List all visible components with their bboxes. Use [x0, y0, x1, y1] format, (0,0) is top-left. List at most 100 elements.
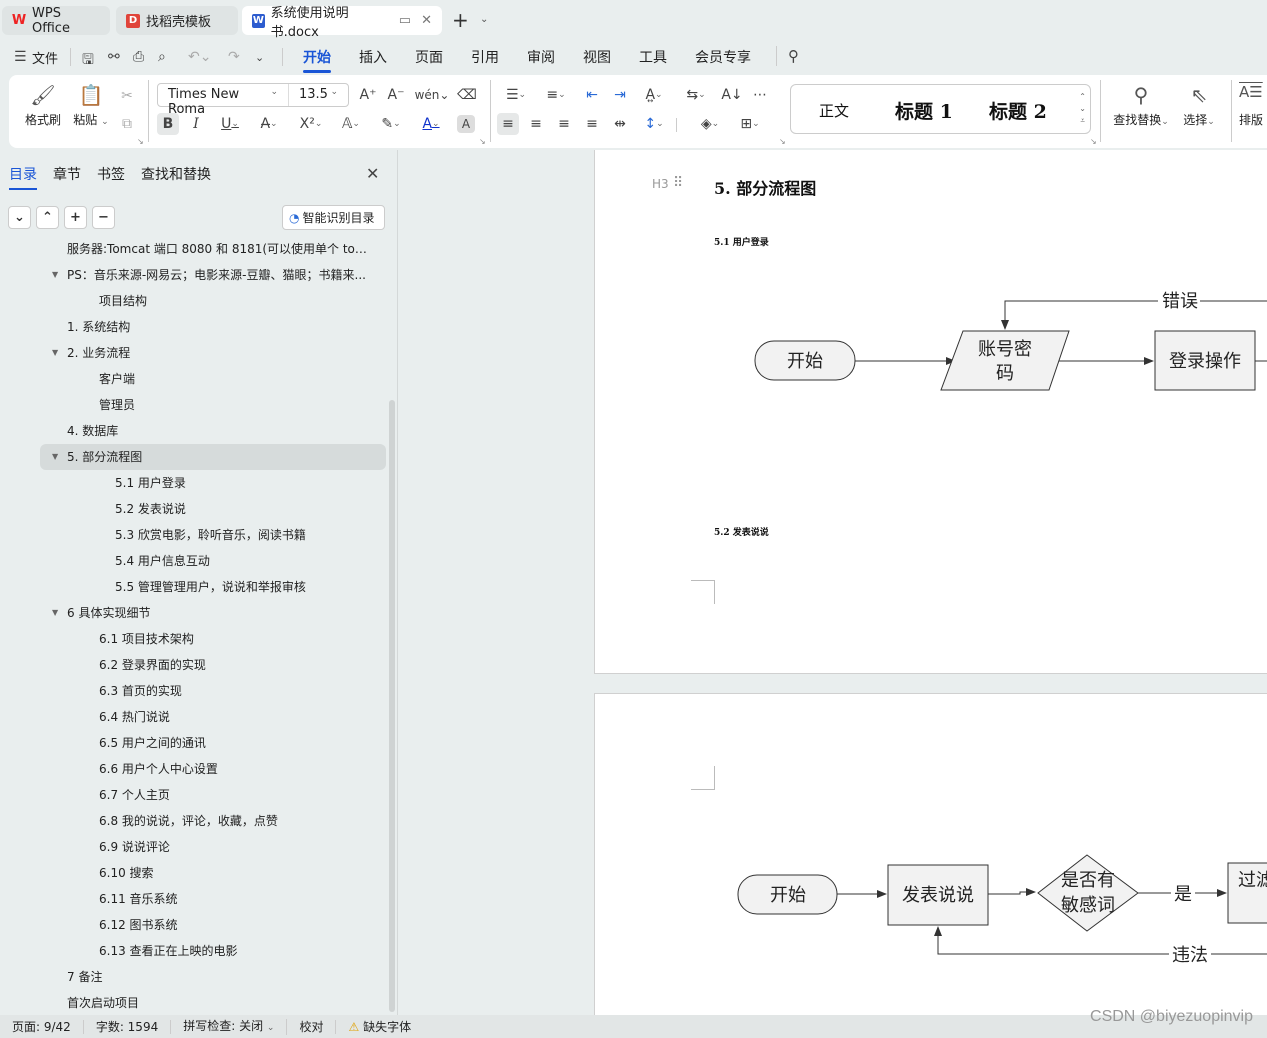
phonetic-guide-icon[interactable]: wén⌄ — [415, 84, 450, 106]
page-count[interactable]: 页面: 9/42 — [0, 1019, 84, 1034]
toc-item[interactable]: 6.13 查看正在上映的电影 — [40, 938, 386, 964]
expand-down-button[interactable]: ⌄ — [8, 206, 31, 229]
style-normal[interactable]: 正文 — [819, 100, 849, 121]
numbering-button[interactable]: ≡ ⌄ — [541, 84, 571, 106]
shrink-font-icon[interactable]: A⁻ — [385, 84, 407, 106]
paste-button[interactable]: 📋 粘贴 ⌄ — [71, 83, 111, 128]
toc-item[interactable]: ▼ 5. 部分流程图 — [40, 444, 386, 470]
toc-item[interactable]: 项目结构 — [40, 288, 386, 314]
add-heading-button[interactable]: + — [64, 206, 87, 229]
print-icon[interactable]: ⎙ — [133, 49, 144, 65]
styles-scroll[interactable]: ⌃ ⌄ ⩡ — [1079, 91, 1086, 127]
save-icon[interactable]: 🖫 — [82, 49, 94, 73]
align-center-button[interactable]: ≡ — [525, 113, 547, 135]
proofread-button[interactable]: 校对 — [287, 1019, 337, 1034]
menu-references[interactable]: 引用 — [471, 47, 499, 67]
highlight-button[interactable]: ✎ ⌄ — [376, 113, 406, 135]
close-pane-icon[interactable]: ✕ — [366, 164, 379, 183]
smart-toc-button[interactable]: ◔ 智能识别目录 — [282, 205, 385, 230]
toc-item[interactable]: ▼ PS：音乐来源-网易云；电影来源-豆瓣、猫眼；书籍来... — [40, 262, 386, 288]
more-chevron-icon[interactable]: ⌄ — [255, 51, 264, 64]
redo-icon[interactable]: ↷ — [228, 49, 240, 65]
toc-item[interactable]: 客户端 — [40, 366, 386, 392]
toc-item[interactable]: 6.8 我的说说，评论，收藏，点赞 — [40, 808, 386, 834]
toc-item[interactable]: 6.12 图书系统 — [40, 912, 386, 938]
hamburger-icon[interactable]: ☰ — [14, 49, 27, 65]
menu-file[interactable]: 文件 — [32, 48, 58, 67]
remove-heading-button[interactable]: − — [92, 206, 115, 229]
increase-indent-button[interactable]: ⇥ — [609, 84, 631, 106]
drag-handle-icon[interactable]: ⠿ — [673, 175, 683, 191]
toc-item[interactable]: 5.5 管理管理用户，说说和举报审核 — [40, 574, 386, 600]
superscript-button[interactable]: X² ⌄ — [296, 113, 326, 135]
toc-item[interactable]: 5.2 发表说说 — [40, 496, 386, 522]
expand-arrow-icon[interactable]: ▼ — [52, 444, 58, 470]
dialog-launcher-icon[interactable]: ↘ — [479, 137, 486, 146]
chevron-down-icon[interactable]: ⌄ — [480, 14, 488, 25]
borders-button[interactable]: ⊞ ⌄ — [735, 113, 765, 135]
expand-arrow-icon[interactable]: ▼ — [52, 600, 58, 626]
toc-item[interactable]: 4. 数据库 — [40, 418, 386, 444]
justify-button[interactable]: ≡ — [581, 113, 603, 135]
copy-icon[interactable]: ⧉ — [116, 113, 138, 135]
toc-item[interactable]: ▼ 6 具体实现细节 — [40, 600, 386, 626]
print-preview-icon[interactable]: ⌕ — [158, 49, 166, 65]
toc-item[interactable]: 5.1 用户登录 — [40, 470, 386, 496]
font-name-select[interactable]: Times New Roma ⌄ — [158, 84, 289, 117]
sort-button[interactable]: A↓ — [721, 84, 743, 106]
toc-item[interactable]: 7 备注 — [40, 964, 386, 990]
underline-button[interactable]: U ⌄ — [215, 113, 245, 135]
undo-icon[interactable]: ↶⌄ — [188, 49, 211, 65]
font-size-select[interactable]: 13.5 ⌄ — [289, 84, 348, 106]
collapse-up-button[interactable]: ⌃ — [36, 206, 59, 229]
italic-button[interactable]: I — [185, 113, 207, 135]
toc-item[interactable]: 服务器:Tomcat 端口 8080 和 8181(可以使用单个 tomc... — [40, 236, 386, 262]
spell-check-toggle[interactable]: 拼写检查: 关闭 ⌄ — [171, 1018, 288, 1035]
bold-button[interactable]: B — [157, 113, 179, 135]
char-spacing-button[interactable]: A͍ ⌄ — [639, 84, 669, 106]
menu-insert[interactable]: 插入 — [359, 47, 387, 67]
toc-item[interactable]: 6.11 音乐系统 — [40, 886, 386, 912]
tab-document[interactable]: W 系统使用说明书.docx ▭ ✕ — [242, 6, 442, 40]
toc-item[interactable]: 6.10 搜索 — [40, 860, 386, 886]
menu-review[interactable]: 审阅 — [527, 47, 555, 67]
tab-docer-templates[interactable]: D 找稻壳模板 — [116, 6, 238, 35]
pane-scrollbar[interactable] — [389, 400, 395, 1012]
toc-item[interactable]: 6.6 用户个人中心设置 — [40, 756, 386, 782]
dialog-launcher-icon[interactable]: ↘ — [779, 137, 786, 146]
select-button[interactable]: ⇖ 选择⌄ — [1179, 83, 1219, 128]
strikethrough-button[interactable]: A̶ ⌄ — [254, 113, 284, 135]
tab-find-replace[interactable]: 查找和替换 — [141, 164, 211, 184]
close-tab-icon[interactable]: ✕ — [421, 13, 432, 28]
toc-item[interactable]: ▼ 2. 业务流程 — [40, 340, 386, 366]
toc-item[interactable]: 首次启动项目 — [40, 990, 386, 1016]
menu-tools[interactable]: 工具 — [639, 47, 667, 67]
expand-arrow-icon[interactable]: ▼ — [52, 262, 58, 288]
line-spacing-button[interactable]: ↕ ⌄ — [639, 113, 669, 135]
toc-item[interactable]: 管理员 — [40, 392, 386, 418]
tab-toc[interactable]: 目录 — [9, 164, 37, 190]
show-marks-button[interactable]: ⋯ — [749, 84, 771, 106]
style-heading-2[interactable]: 标题 2 — [989, 97, 1047, 124]
find-replace-button[interactable]: ⚲ 查找替换⌄ — [1111, 83, 1171, 128]
align-left-button[interactable]: ≡ — [497, 113, 519, 135]
search-icon[interactable]: ⚲ — [788, 47, 799, 65]
cut-icon[interactable]: ✂ — [116, 85, 138, 107]
toc-item[interactable]: 6.3 首页的实现 — [40, 678, 386, 704]
menu-home[interactable]: 开始 — [303, 47, 331, 73]
text-direction-button[interactable]: ⇆ ⌄ — [681, 84, 711, 106]
style-heading-1[interactable]: 标题 1 — [895, 97, 953, 124]
bullets-button[interactable]: ☰ ⌄ — [501, 84, 531, 106]
share-icon[interactable]: ⚯ — [108, 49, 120, 65]
tab-chapters[interactable]: 章节 — [53, 164, 81, 184]
missing-font-button[interactable]: ⚠ 缺失字体 — [336, 1020, 423, 1034]
distributed-align-button[interactable]: ⇹ — [609, 113, 631, 135]
toc-item[interactable]: 5.3 欣赏电影，聆听音乐，阅读书籍 — [40, 522, 386, 548]
dialog-launcher-icon[interactable]: ↘ — [1090, 137, 1097, 146]
menu-page[interactable]: 页面 — [415, 47, 443, 67]
shading-button[interactable]: ◈ ⌄ — [695, 113, 725, 135]
toc-item[interactable]: 6.2 登录界面的实现 — [40, 652, 386, 678]
toc-item[interactable]: 6.7 个人主页 — [40, 782, 386, 808]
font-color-button[interactable]: A ⌄ — [416, 113, 446, 135]
text-effect-button[interactable]: 𝔸 ⌄ — [336, 113, 366, 135]
